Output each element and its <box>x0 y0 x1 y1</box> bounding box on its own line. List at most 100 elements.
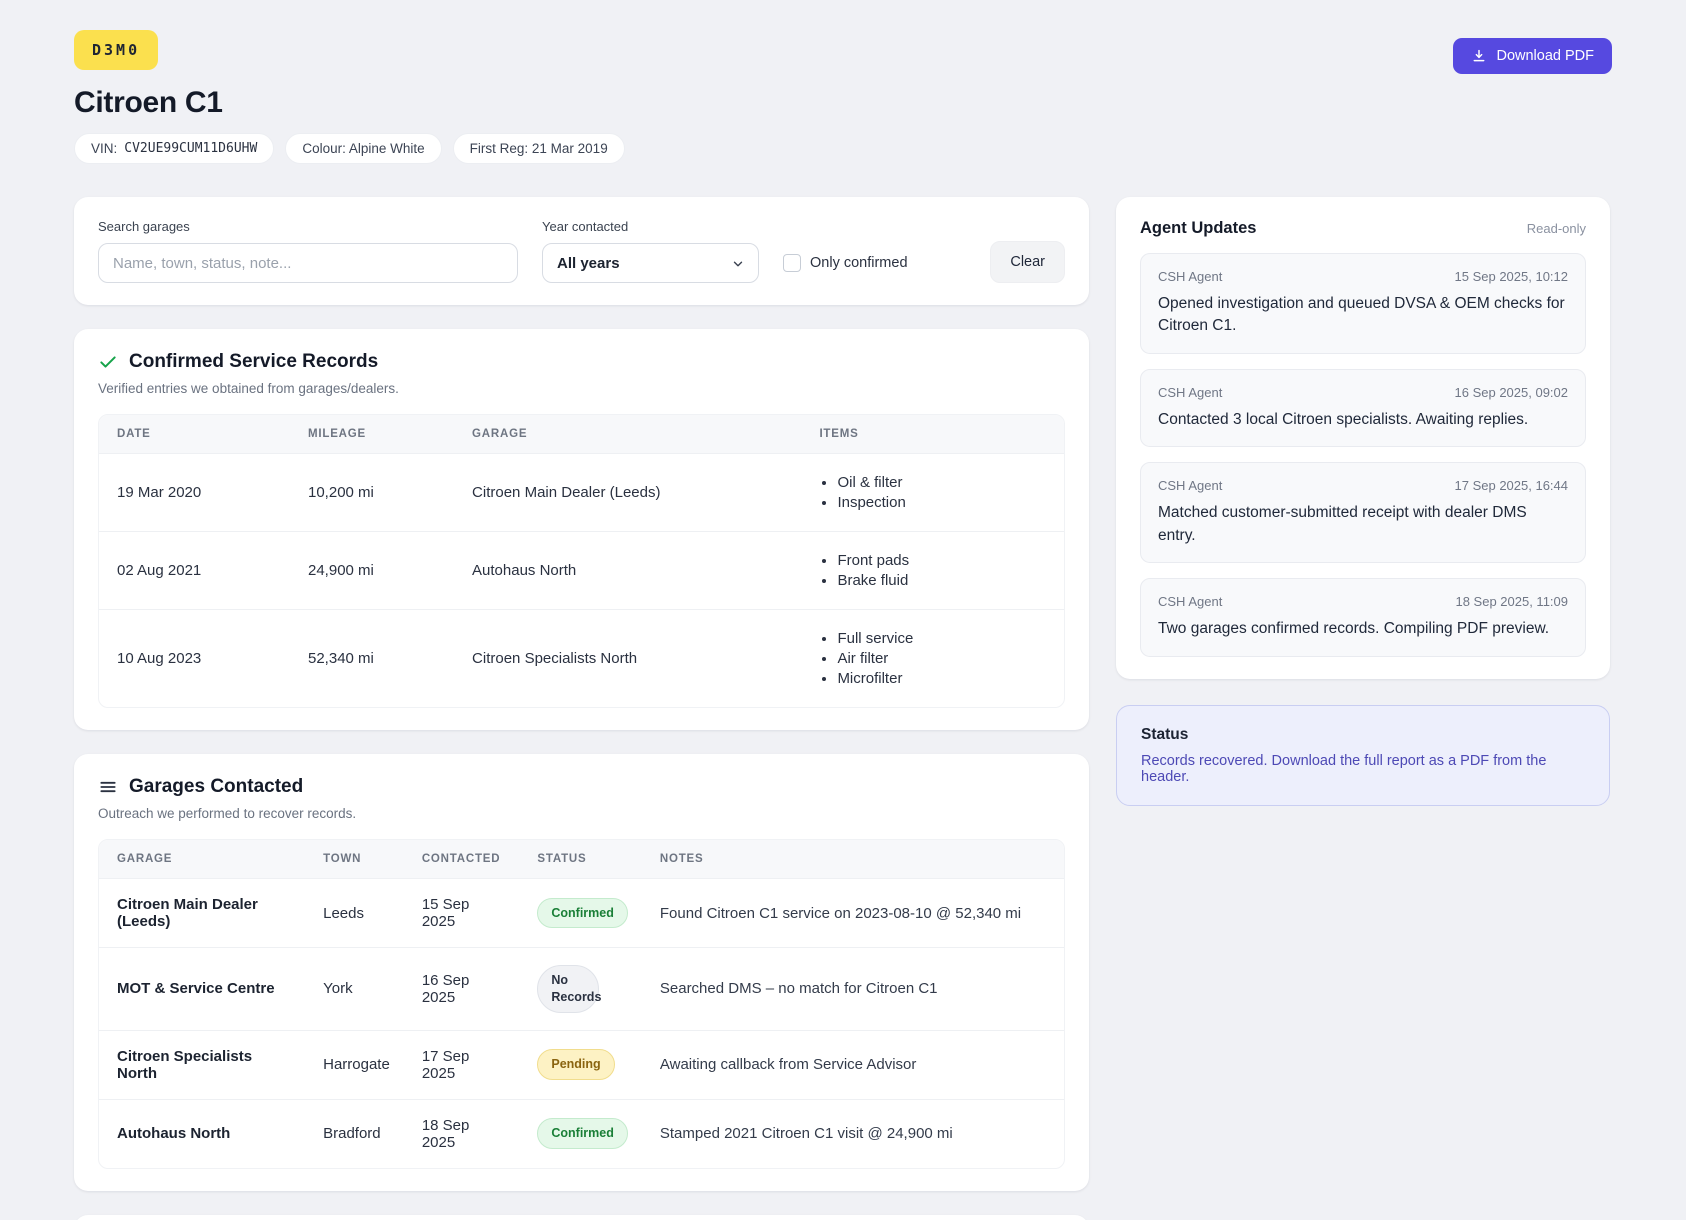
agent-update-item: CSH Agent 16 Sep 2025, 09:02 Contacted 3… <box>1140 369 1586 447</box>
vehicle-chips: VIN: CV2UE99CUM11D6UHW Colour: Alpine Wh… <box>74 133 625 164</box>
service-record-row: 10 Aug 2023 52,340 mi Citroen Specialist… <box>99 609 1064 707</box>
garage-row: Citroen Specialists North Harrogate 17 S… <box>99 1030 1064 1099</box>
garage-town: Bradford <box>307 1099 406 1168</box>
vin-chip: VIN: CV2UE99CUM11D6UHW <box>74 133 274 164</box>
update-text: Matched customer-submitted receipt with … <box>1158 502 1568 547</box>
record-items: Front padsBrake fluid <box>819 552 1048 589</box>
garages-contacted-subtitle: Outreach we performed to recover records… <box>98 806 1065 821</box>
record-date: 19 Mar 2020 <box>99 453 292 531</box>
garage-notes: Searched DMS – no match for Citroen C1 <box>644 947 1064 1030</box>
main-column: Search garages Year contacted All years <box>74 197 1089 1220</box>
agent-name: CSH Agent <box>1158 269 1222 284</box>
agent-update-item: CSH Agent 17 Sep 2025, 16:44 Matched cus… <box>1140 462 1586 563</box>
confirmed-records-subtitle: Verified entries we obtained from garage… <box>98 381 1065 396</box>
garage-row: Autohaus North Bradford 18 Sep 2025 Conf… <box>99 1099 1064 1168</box>
update-text: Contacted 3 local Citroen specialists. A… <box>1158 409 1568 431</box>
update-timestamp: 17 Sep 2025, 16:44 <box>1455 478 1569 493</box>
filters-card: Search garages Year contacted All years <box>74 197 1089 305</box>
confirmed-records-table: DATE MILEAGE GARAGE ITEMS 19 Mar 2020 10… <box>99 415 1064 707</box>
service-record-row: 19 Mar 2020 10,200 mi Citroen Main Deale… <box>99 453 1064 531</box>
menu-lines-icon <box>98 777 118 797</box>
search-label: Search garages <box>98 219 518 234</box>
record-mileage: 52,340 mi <box>292 609 456 707</box>
agent-update-item: CSH Agent 15 Sep 2025, 10:12 Opened inve… <box>1140 253 1586 354</box>
update-timestamp: 16 Sep 2025, 09:02 <box>1455 385 1569 400</box>
status-title: Status <box>1141 726 1585 744</box>
colour-label: Colour: Alpine White <box>302 141 424 156</box>
agent-name: CSH Agent <box>1158 385 1222 400</box>
garage-row: Citroen Main Dealer (Leeds) Leeds 15 Sep… <box>99 878 1064 947</box>
col-contacted: CONTACTED <box>406 840 522 878</box>
garage-notes: Awaiting callback from Service Advisor <box>644 1030 1064 1099</box>
garage-notes: Stamped 2021 Citroen C1 visit @ 24,900 m… <box>644 1099 1064 1168</box>
readonly-label: Read-only <box>1527 221 1586 236</box>
status-card: Status Records recovered. Download the f… <box>1116 705 1610 806</box>
vin-label: VIN: <box>91 141 117 156</box>
download-pdf-label: Download PDF <box>1496 48 1594 64</box>
garage-town: York <box>307 947 406 1030</box>
page-header: D3M0 Citroen C1 VIN: CV2UE99CUM11D6UHW C… <box>74 30 1612 164</box>
status-badge: Pending <box>537 1049 614 1080</box>
record-items: Full serviceAir filterMicrofilter <box>819 630 1048 687</box>
only-confirmed-checkbox[interactable] <box>783 254 801 272</box>
demo-badge: D3M0 <box>74 30 158 70</box>
record-garage: Citroen Specialists North <box>456 609 803 707</box>
agent-updates-title: Agent Updates <box>1140 219 1256 238</box>
first-reg-label: First Reg: 21 Mar 2019 <box>470 141 608 156</box>
page: D3M0 Citroen C1 VIN: CV2UE99CUM11D6UHW C… <box>0 0 1686 1220</box>
user-history-card: User Submitted History Entries provided … <box>74 1215 1089 1220</box>
col-notes: NOTES <box>644 840 1064 878</box>
record-garage: Autohaus North <box>456 531 803 609</box>
agent-name: CSH Agent <box>1158 478 1222 493</box>
record-mileage: 24,900 mi <box>292 531 456 609</box>
garage-name: Citroen Main Dealer (Leeds) <box>99 878 307 947</box>
confirmed-records-title: Confirmed Service Records <box>129 351 378 373</box>
clear-button[interactable]: Clear <box>990 241 1065 283</box>
table-header-row: GARAGE TOWN CONTACTED STATUS NOTES <box>99 840 1064 878</box>
check-icon <box>98 352 118 372</box>
garage-town: Harrogate <box>307 1030 406 1099</box>
garage-contacted-date: 15 Sep 2025 <box>406 878 522 947</box>
download-icon <box>1471 48 1487 64</box>
search-input[interactable] <box>98 243 518 283</box>
record-garage: Citroen Main Dealer (Leeds) <box>456 453 803 531</box>
search-field-group: Search garages <box>98 219 518 283</box>
chevron-down-icon <box>731 257 745 271</box>
garages-contacted-card: Garages Contacted Outreach we performed … <box>74 754 1089 1191</box>
status-badge: No Records <box>537 965 599 1013</box>
garage-town: Leeds <box>307 878 406 947</box>
garage-notes: Found Citroen C1 service on 2023-08-10 @… <box>644 878 1064 947</box>
garage-contacted-date: 18 Sep 2025 <box>406 1099 522 1168</box>
record-items: Oil & filterInspection <box>819 474 1048 511</box>
header-left: D3M0 Citroen C1 VIN: CV2UE99CUM11D6UHW C… <box>74 30 625 164</box>
agent-updates-card: Agent Updates Read-only CSH Agent 15 Sep… <box>1116 197 1610 679</box>
col-status: STATUS <box>521 840 644 878</box>
col-items: ITEMS <box>803 415 1064 453</box>
update-text: Two garages confirmed records. Compiling… <box>1158 618 1568 640</box>
garage-row: MOT & Service Centre York 16 Sep 2025 No… <box>99 947 1064 1030</box>
garages-contacted-title: Garages Contacted <box>129 776 303 798</box>
garage-contacted-date: 16 Sep 2025 <box>406 947 522 1030</box>
garage-name: Citroen Specialists North <box>99 1030 307 1099</box>
year-select-value: All years <box>557 255 620 272</box>
only-confirmed-label: Only confirmed <box>810 255 908 271</box>
status-text: Records recovered. Download the full rep… <box>1141 753 1585 785</box>
download-pdf-button[interactable]: Download PDF <box>1453 38 1612 74</box>
confirmed-records-title-row: Confirmed Service Records <box>98 351 1065 373</box>
col-mileage: MILEAGE <box>292 415 456 453</box>
garages-contacted-table: GARAGE TOWN CONTACTED STATUS NOTES Citro… <box>99 840 1064 1168</box>
update-timestamp: 18 Sep 2025, 11:09 <box>1455 594 1568 609</box>
agent-update-item: CSH Agent 18 Sep 2025, 11:09 Two garages… <box>1140 578 1586 656</box>
update-timestamp: 15 Sep 2025, 10:12 <box>1455 269 1569 284</box>
col-town: TOWN <box>307 840 406 878</box>
only-confirmed-group: Only confirmed <box>783 243 908 283</box>
colour-chip: Colour: Alpine White <box>285 133 441 164</box>
year-field-group: Year contacted All years <box>542 219 759 283</box>
year-select[interactable]: All years <box>542 243 759 283</box>
garage-name: Autohaus North <box>99 1099 307 1168</box>
agent-name: CSH Agent <box>1158 594 1222 609</box>
record-mileage: 10,200 mi <box>292 453 456 531</box>
service-record-row: 02 Aug 2021 24,900 mi Autohaus North Fro… <box>99 531 1064 609</box>
status-badge: Confirmed <box>537 898 628 929</box>
garage-name: MOT & Service Centre <box>99 947 307 1030</box>
